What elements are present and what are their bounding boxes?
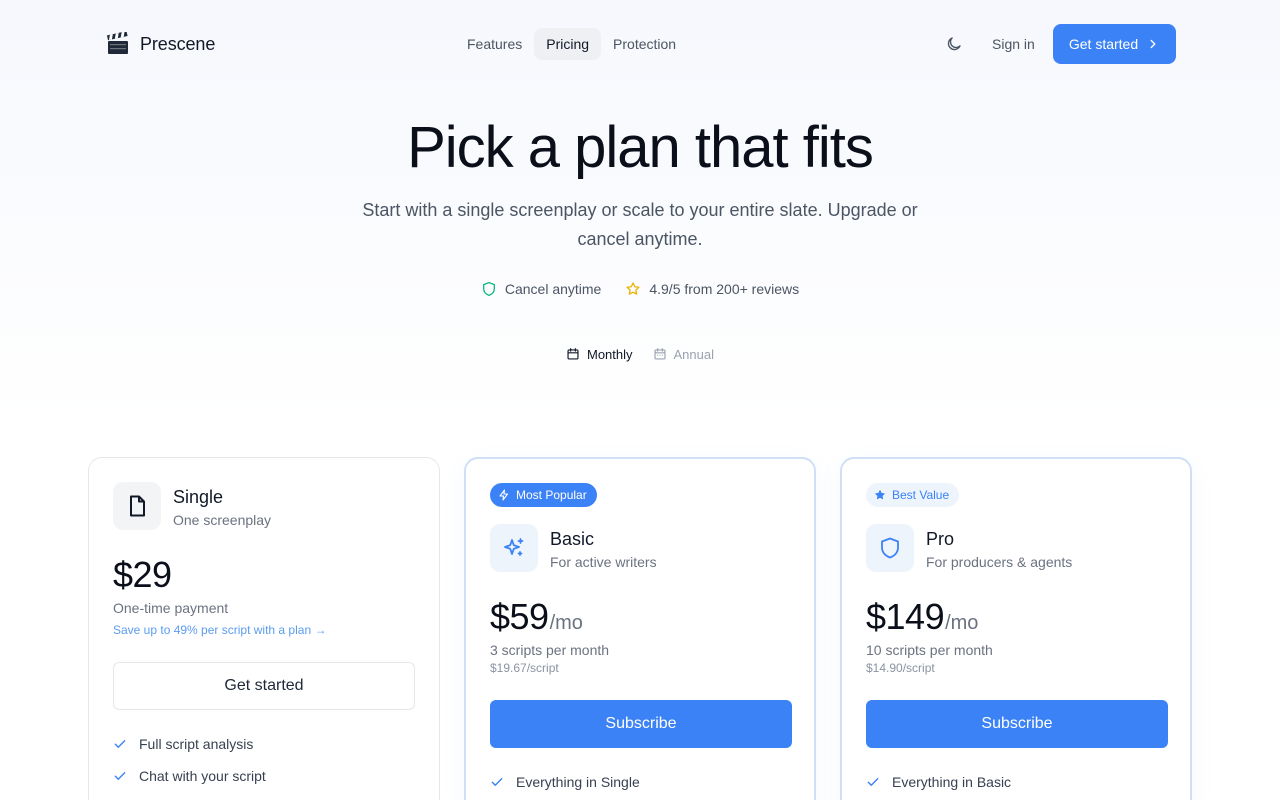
feature-list: Everything in Basic <box>866 772 1011 800</box>
single-get-started-button[interactable]: Get started <box>113 662 415 710</box>
plan-icon-box <box>866 524 914 572</box>
feature-item: Chat with your script <box>113 766 266 786</box>
nav-features[interactable]: Features <box>455 28 534 60</box>
check-icon <box>114 772 126 780</box>
brand-logo[interactable]: Prescene <box>106 30 215 58</box>
billing-annual[interactable]: Annual <box>647 343 720 366</box>
best-value-badge: Best Value <box>866 483 960 507</box>
plan-card-single: Single One screenplay $29 One-time payme… <box>88 457 440 800</box>
billing-toggle: Monthly Annual <box>0 340 1280 368</box>
plan-description: For producers & agents <box>926 554 1073 570</box>
feature-item: Full script analysis <box>113 734 266 754</box>
plan-description: For active writers <box>550 554 657 570</box>
plan-price: $149 <box>866 596 945 637</box>
trust-cancel-label: Cancel anytime <box>504 281 602 297</box>
badge-label: Most Popular <box>516 488 587 502</box>
feature-label: Chat with your script <box>139 768 266 784</box>
billing-monthly[interactable]: Monthly <box>560 343 639 366</box>
feature-label: Full script analysis <box>139 736 254 752</box>
plan-card-basic: Most Popular Basic For active writers $5… <box>464 457 816 800</box>
plan-description: One screenplay <box>173 512 272 528</box>
document-icon <box>130 495 145 517</box>
plan-name: Single <box>173 487 224 507</box>
trust-row: Cancel anytime 4.9/5 from 200+ reviews <box>0 278 1280 300</box>
moon-icon <box>947 37 961 51</box>
price-row: $59 /mo <box>490 596 583 638</box>
price-note: 10 scripts per month <box>866 642 993 658</box>
feature-label: Everything in Basic <box>892 774 1012 790</box>
feature-list: Full script analysis Chat with your scri… <box>113 734 266 798</box>
shield-icon <box>482 282 495 296</box>
sparkles-icon <box>504 538 524 556</box>
main-nav: Features Pricing Protection <box>455 28 688 60</box>
star-icon <box>626 282 640 295</box>
page-subtitle: Start with a single screenplay or scale … <box>362 200 918 249</box>
pro-subscribe-button[interactable]: Subscribe <box>866 700 1168 748</box>
chevron-right-icon <box>1150 39 1156 49</box>
price-period: /mo <box>549 612 583 634</box>
feature-list: Everything in Single <box>490 772 640 800</box>
star-icon <box>875 490 885 500</box>
plan-header: Single One screenplay <box>113 482 271 530</box>
calendar-icon <box>567 348 579 360</box>
price-per-script: $14.90/script <box>866 661 935 675</box>
plan-name: Basic <box>550 529 595 549</box>
site-header: Prescene Features Pricing Protection Sig… <box>0 0 1280 88</box>
feature-item: Everything in Single <box>490 772 640 792</box>
price-note: One-time payment <box>113 600 229 616</box>
basic-subscribe-button[interactable]: Subscribe <box>490 700 792 748</box>
plan-price: $59 <box>490 596 549 637</box>
plan-icon-box <box>113 482 161 530</box>
billing-monthly-label: Monthly <box>586 346 633 362</box>
feature-item: Everything in Basic <box>866 772 1011 792</box>
nav-pricing[interactable]: Pricing <box>534 28 602 60</box>
trust-reviews-label: 4.9/5 from 200+ reviews <box>649 281 800 297</box>
check-icon <box>491 778 503 786</box>
calendar-icon <box>653 348 666 360</box>
brand-name: Prescene <box>140 33 216 54</box>
signin-link[interactable]: Sign in <box>984 28 1043 60</box>
trust-reviews: 4.9/5 from 200+ reviews <box>625 281 799 297</box>
check-icon <box>867 778 879 786</box>
page-title: Pick a plan that fits <box>407 115 874 180</box>
billing-annual-label: Annual <box>673 346 714 362</box>
trust-cancel: Cancel anytime <box>481 281 602 297</box>
plan-card-pro: Best Value Pro For producers & agents $1… <box>840 457 1192 800</box>
plan-name: Pro <box>926 529 955 549</box>
feature-label: Everything in Single <box>516 774 640 790</box>
get-started-label: Get started <box>1068 36 1139 52</box>
plan-icon-box <box>490 524 538 572</box>
get-started-button[interactable]: Get started <box>1053 24 1176 64</box>
price-row: $149 /mo <box>866 596 978 638</box>
price-row: $29 <box>113 554 172 596</box>
upsell-link[interactable]: Save up to 49% per script with a plan → <box>113 623 326 637</box>
price-per-script: $19.67/script <box>490 661 559 675</box>
nav-protection[interactable]: Protection <box>601 28 688 60</box>
bolt-icon <box>499 489 509 501</box>
plan-price: $29 <box>113 554 172 595</box>
price-note: 3 scripts per month <box>490 642 610 658</box>
plan-header: Pro For producers & agents <box>866 524 1072 572</box>
badge-label: Best Value <box>892 488 950 502</box>
shield-icon <box>881 537 899 559</box>
plan-header: Basic For active writers <box>490 524 657 572</box>
clapperboard-icon <box>106 32 128 54</box>
check-icon <box>114 740 126 748</box>
most-popular-badge: Most Popular <box>490 483 597 507</box>
theme-toggle-button[interactable] <box>940 30 968 58</box>
price-period: /mo <box>945 612 979 634</box>
